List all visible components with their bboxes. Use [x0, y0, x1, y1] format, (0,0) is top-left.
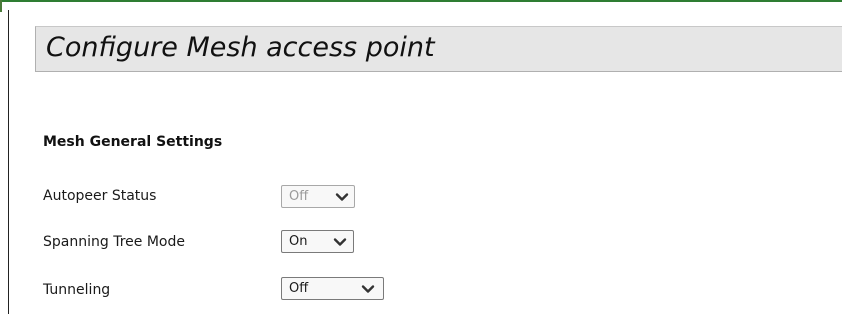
top-accent-rule — [0, 0, 842, 2]
page-title-bar: Configure Mesh access point — [35, 26, 842, 72]
autopeer-status-select[interactable]: Off — [281, 185, 355, 208]
tunneling-select[interactable]: Off — [281, 277, 384, 300]
frame-corner-rule — [0, 0, 2, 12]
chevron-down-icon — [361, 285, 375, 293]
spanning-tree-mode-label: Spanning Tree Mode — [43, 234, 185, 250]
tunneling-label: Tunneling — [43, 282, 111, 298]
section-heading: Mesh General Settings — [43, 134, 223, 150]
spanning-tree-mode-select[interactable]: On — [281, 230, 354, 253]
page-title: Configure Mesh access point — [46, 32, 435, 63]
chevron-down-icon — [333, 238, 347, 246]
spanning-tree-mode-value: On — [289, 234, 308, 249]
content-frame-border — [8, 10, 9, 314]
tunneling-value: Off — [289, 281, 309, 296]
autopeer-status-label: Autopeer Status — [43, 188, 157, 204]
chevron-down-icon — [335, 193, 349, 201]
autopeer-status-value: Off — [289, 189, 309, 204]
